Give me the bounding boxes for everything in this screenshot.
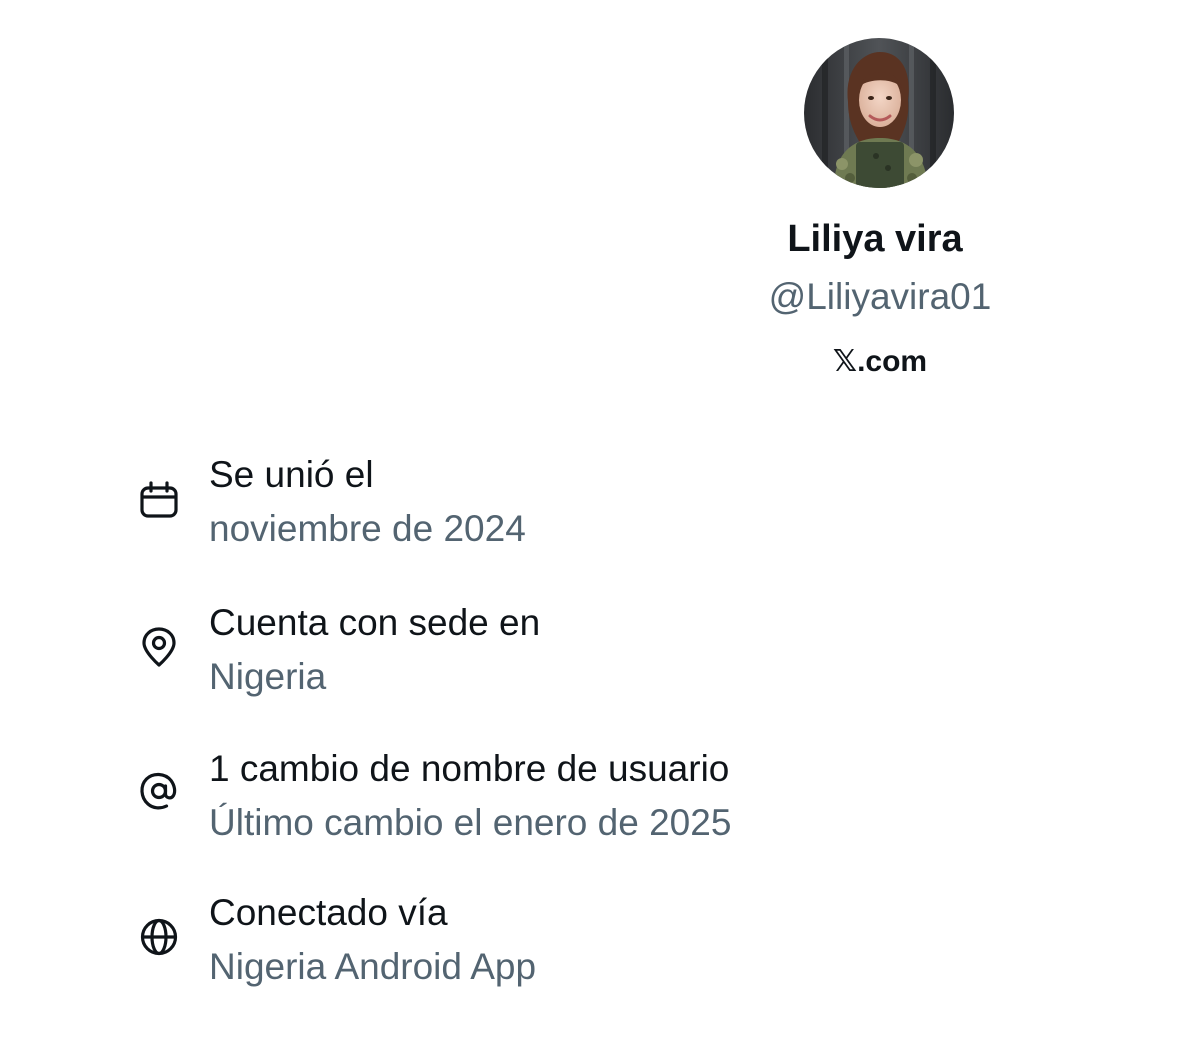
account-location-label: Cuenta con sede en	[209, 602, 541, 643]
joined-date-value: noviembre de 2024	[209, 508, 526, 549]
display-name: Liliya vira	[787, 218, 963, 260]
avatar[interactable]	[804, 38, 954, 188]
connected-via-label: Conectado vía	[209, 892, 448, 933]
profile-photo	[804, 38, 954, 188]
username-changes-value: Último cambio el enero de 2025	[209, 802, 732, 843]
joined-date-row: Se unió el noviembre de 2024	[0, 440, 1200, 560]
account-location-value: Nigeria	[209, 656, 327, 697]
brand-domain: 𝕏.com	[700, 340, 1060, 384]
joined-date-label: Se unió el	[209, 454, 374, 495]
connected-via-value: Nigeria Android App	[209, 946, 537, 987]
globe-icon	[138, 916, 180, 958]
x-logo-icon: 𝕏	[832, 344, 858, 379]
username-changes-row: 1 cambio de nombre de usuario Último cam…	[0, 734, 1200, 854]
username-changes-label: 1 cambio de nombre de usuario	[209, 748, 730, 789]
at-sign-icon	[138, 770, 180, 812]
account-location-row: Cuenta con sede en Nigeria	[0, 588, 1200, 708]
connected-via-row: Conectado vía Nigeria Android App	[0, 878, 1200, 998]
location-pin-icon	[138, 626, 180, 668]
brand-domain-text: .com	[857, 345, 928, 378]
calendar-icon	[138, 480, 180, 522]
profile-header: Liliya vira @Liliyavira01 𝕏.com	[0, 0, 1200, 400]
username-handle[interactable]: @Liliyavira01	[660, 270, 1100, 324]
